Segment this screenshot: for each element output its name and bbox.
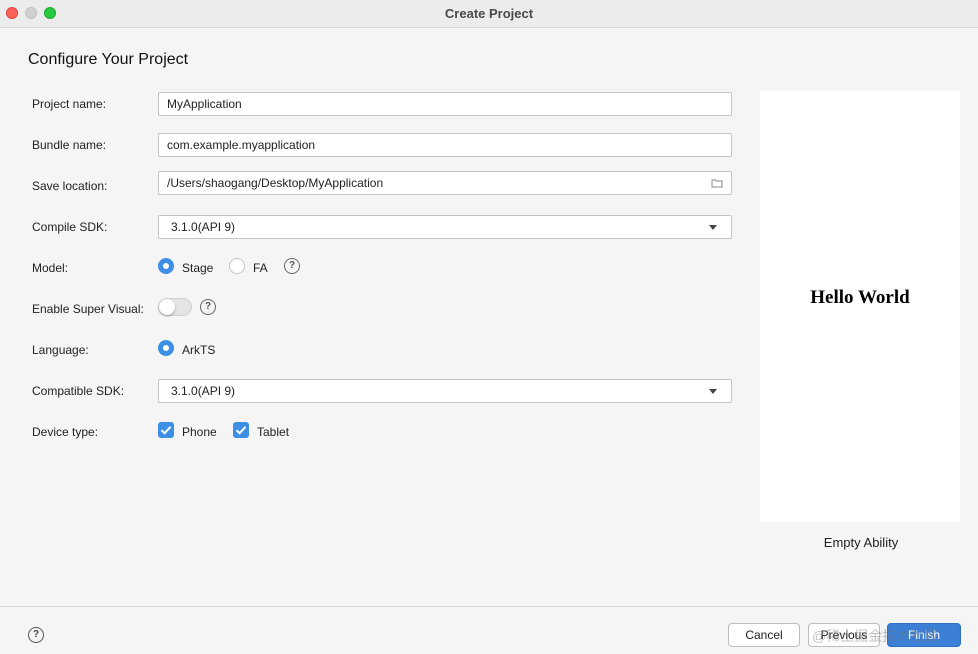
device-type-label: Device type: [32, 425, 99, 439]
save-location-input[interactable]: /Users/shaogang/Desktop/MyApplication [158, 171, 732, 195]
super-visual-help-icon[interactable]: ? [200, 299, 216, 315]
page-title: Configure Your Project [28, 51, 189, 68]
compile-sdk-label: Compile SDK: [32, 220, 108, 234]
super-visual-label: Enable Super Visual: [32, 302, 144, 316]
model-stage-radio[interactable] [158, 258, 174, 274]
help-icon[interactable]: ? [28, 627, 44, 643]
language-arkts-radio[interactable] [158, 340, 174, 356]
model-stage-label: Stage [182, 261, 214, 275]
compatible-sdk-label: Compatible SDK: [32, 384, 125, 398]
toggle-knob [159, 299, 175, 315]
chevron-down-icon [709, 225, 717, 230]
title-bar: Create Project [0, 0, 978, 28]
chevron-down-icon [709, 389, 717, 394]
model-fa-radio[interactable] [229, 258, 245, 274]
save-location-value: /Users/shaogang/Desktop/MyApplication [167, 176, 384, 190]
language-arkts-label: ArkTS [182, 343, 216, 357]
device-tablet-label: Tablet [257, 425, 290, 439]
compile-sdk-select[interactable]: 3.1.0(API 9) [158, 215, 732, 239]
watermark: @稀土掘金技术社区 [812, 628, 939, 644]
compile-sdk-value: 3.1.0(API 9) [171, 220, 236, 234]
super-visual-toggle[interactable] [158, 298, 192, 316]
compatible-sdk-value: 3.1.0(API 9) [171, 384, 236, 398]
folder-icon[interactable] [711, 177, 723, 189]
model-label: Model: [32, 261, 69, 275]
window-title: Create Project [444, 6, 534, 21]
cancel-button[interactable]: Cancel [728, 623, 800, 647]
language-label: Language: [32, 343, 89, 357]
project-name-label: Project name: [32, 97, 107, 111]
bundle-name-label: Bundle name: [32, 138, 107, 152]
template-preview: Hello World [760, 91, 960, 522]
device-phone-checkbox[interactable] [158, 422, 174, 438]
template-name: Empty Ability [823, 535, 899, 550]
footer-divider [0, 606, 978, 607]
model-help-icon[interactable]: ? [284, 258, 300, 274]
checkmark-icon [235, 426, 247, 435]
bundle-name-input[interactable]: com.example.myapplication [158, 133, 732, 157]
save-location-label: Save location: [32, 179, 108, 193]
model-fa-label: FA [253, 261, 268, 275]
project-name-input[interactable]: MyApplication [158, 92, 732, 116]
compatible-sdk-select[interactable]: 3.1.0(API 9) [158, 379, 732, 403]
device-tablet-checkbox[interactable] [233, 422, 249, 438]
preview-hello-text: Hello World [810, 287, 910, 308]
checkmark-icon [160, 426, 172, 435]
device-phone-label: Phone [182, 425, 217, 439]
